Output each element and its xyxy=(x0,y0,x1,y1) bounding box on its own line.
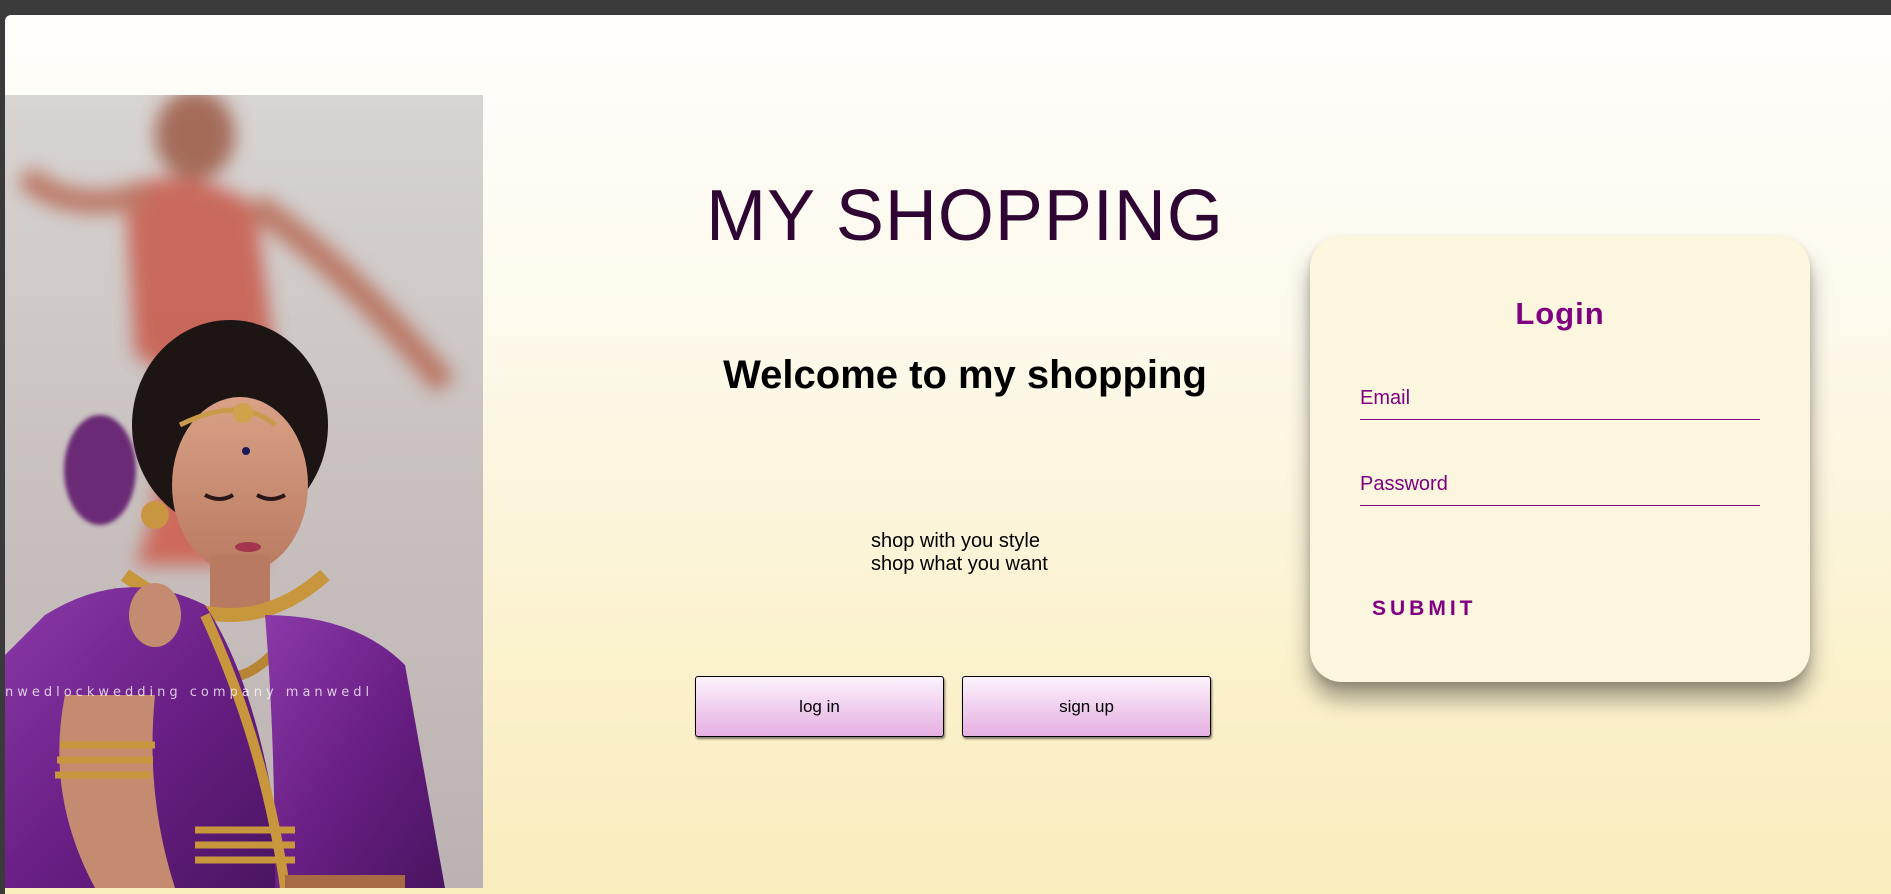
submit-button[interactable]: SUBMIT xyxy=(1372,592,1477,626)
tagline-line-1: shop with you style xyxy=(871,530,1040,552)
hero-image: nwedlockwedding company manwedl xyxy=(5,95,483,888)
page: nwedlockwedding company manwedl MY SHOPP… xyxy=(5,15,1891,894)
browser-top-strip xyxy=(0,0,1891,15)
bride-photo-illustration xyxy=(5,95,455,888)
welcome-heading: Welcome to my shopping xyxy=(723,353,1207,397)
login-card: Login SUBMIT xyxy=(1310,236,1810,682)
site-title: MY SHOPPING xyxy=(706,176,1224,256)
hero-watermark: nwedlockwedding company manwedl xyxy=(5,685,374,700)
sign-up-button[interactable]: sign up xyxy=(962,676,1211,737)
tagline: shop with you style shop what you want xyxy=(871,530,1048,576)
password-field[interactable] xyxy=(1360,464,1760,506)
tagline-line-2: shop what you want xyxy=(871,553,1048,575)
log-in-button[interactable]: log in xyxy=(695,676,944,737)
login-card-title: Login xyxy=(1515,296,1605,331)
email-field[interactable] xyxy=(1360,378,1760,420)
